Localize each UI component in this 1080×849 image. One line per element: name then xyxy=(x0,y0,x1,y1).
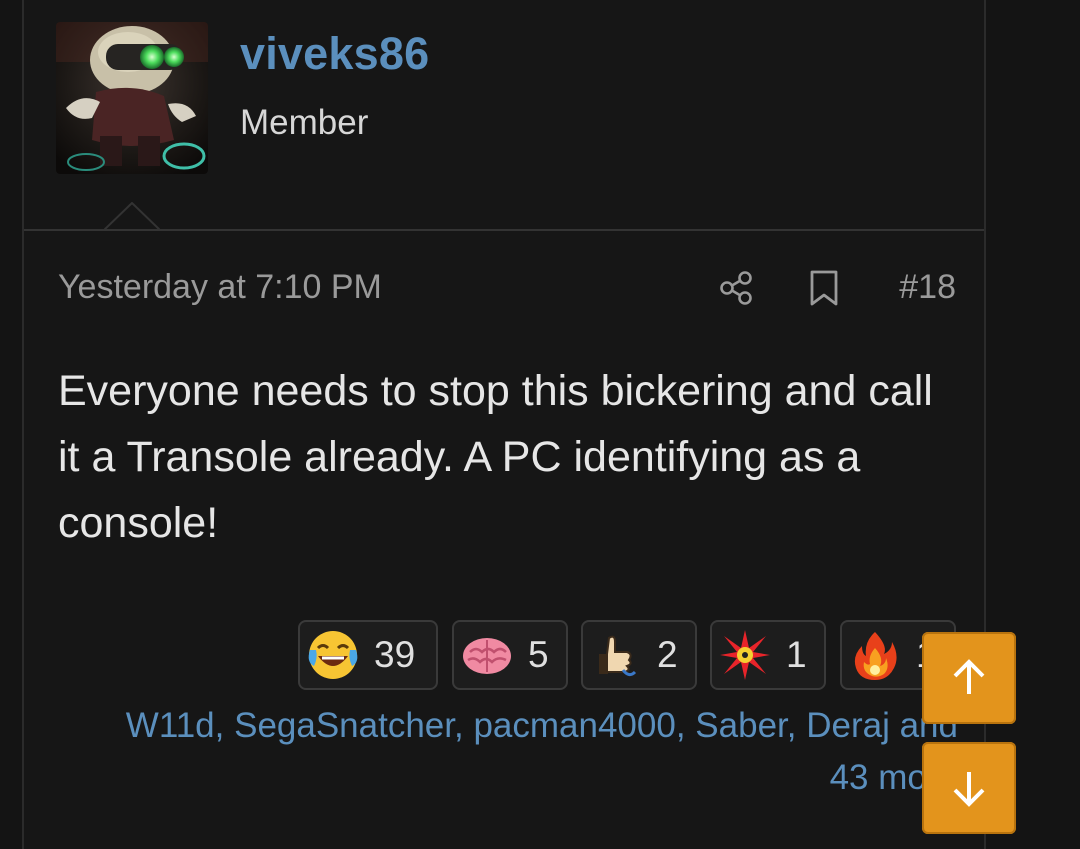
reaction-brain[interactable]: 5 xyxy=(452,620,568,690)
post-number[interactable]: #18 xyxy=(899,268,956,307)
reaction-count: 2 xyxy=(657,634,678,675)
arrow-down-icon xyxy=(953,772,985,807)
thumbs-up-emoji-icon xyxy=(599,635,637,677)
reactor-link[interactable]: Saber xyxy=(695,706,786,745)
user-block: viveks86 Member xyxy=(24,0,984,231)
reaction-count: 39 xyxy=(374,634,416,675)
radiation-burst-emoji-icon xyxy=(720,630,770,680)
bookmark-icon[interactable] xyxy=(808,270,840,306)
post-meta: Yesterday at 7:10 PM #18 xyxy=(58,268,956,312)
post-card: viveks86 Member Yesterday at 7:10 PM #18… xyxy=(22,0,986,849)
fire-emoji-icon xyxy=(854,632,897,680)
arrow-up-icon xyxy=(953,659,985,694)
reaction-thumbs-up[interactable]: 2 xyxy=(581,620,697,690)
laughing-tears-emoji-icon xyxy=(308,631,358,679)
avatar[interactable] xyxy=(56,22,208,174)
reactors-list: W11d, SegaSnatcher, pacman4000, Saber, D… xyxy=(125,706,958,797)
reactor-link[interactable]: pacman4000 xyxy=(473,706,675,745)
arrow-notch xyxy=(104,202,160,231)
reaction-radiation[interactable]: 1 xyxy=(710,620,826,690)
reactor-link[interactable]: Deraj xyxy=(806,706,890,745)
username[interactable]: viveks86 xyxy=(240,28,429,80)
reactor-link[interactable]: SegaSnatcher xyxy=(234,706,454,745)
reactions-bar: 39 5 2 1 xyxy=(298,620,958,692)
user-title: Member xyxy=(240,103,369,142)
share-icon[interactable] xyxy=(718,270,754,306)
reaction-count: 1 xyxy=(786,634,807,675)
post-body: Everyone needs to stop this bickering an… xyxy=(58,367,933,547)
page: viveks86 Member Yesterday at 7:10 PM #18… xyxy=(0,0,1080,849)
divider xyxy=(24,229,984,231)
reaction-count: 5 xyxy=(528,634,549,675)
scroll-to-bottom-button[interactable] xyxy=(922,742,1016,834)
post-timestamp[interactable]: Yesterday at 7:10 PM xyxy=(58,268,382,307)
scroll-to-top-button[interactable] xyxy=(922,632,1016,724)
reaction-laugh[interactable]: 39 xyxy=(298,620,438,690)
reactor-link[interactable]: W11d xyxy=(126,706,215,745)
brain-emoji-icon xyxy=(463,638,511,674)
